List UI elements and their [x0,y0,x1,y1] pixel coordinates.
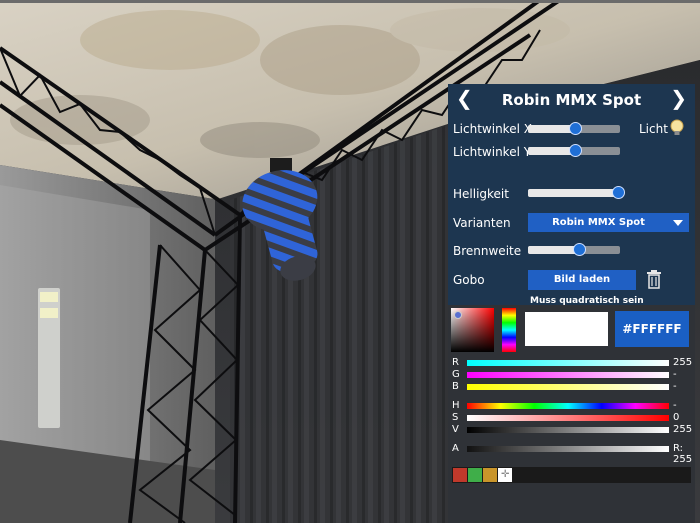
swatch-red[interactable] [453,468,467,482]
channel-label: A [452,443,459,454]
channel-h: H - [452,400,691,411]
tilt-x-label: Lichtwinkel X [453,122,532,136]
color-preview [525,312,608,346]
focal-length-slider[interactable] [528,243,620,256]
channel-a-slider[interactable] [467,446,669,452]
channel-r: R 255 [452,357,693,368]
slider-fill [528,125,575,133]
channel-v-slider[interactable] [467,427,669,433]
hue-strip[interactable] [502,308,516,352]
light-bulb-icon[interactable] [670,119,684,137]
slider-knob[interactable] [568,144,582,157]
channel-value: - [673,400,677,411]
plus-icon: ✛ [501,469,510,480]
channel-value: 255 [673,357,693,368]
tilt-y-label: Lichtwinkel Y [453,145,532,159]
channel-value: 255 [673,424,693,435]
light-settings-panel: ❮ Robin MMX Spot ❯ Lichtwinkel X Licht L… [448,84,695,523]
variant-value: Robin MMX Spot [552,217,645,228]
slider-fill [528,189,619,197]
slider-fill [528,147,575,155]
tilt-y-slider[interactable] [528,144,620,157]
channel-h-slider[interactable] [467,403,669,409]
channel-a-value-row: 255 [452,454,693,465]
gobo-label: Gobo [453,273,485,287]
next-light-button[interactable]: ❯ [670,88,687,108]
swatch-row: ✛ [452,467,691,483]
load-image-button[interactable]: Bild laden [528,270,636,290]
channel-s: S 0 [452,412,691,423]
focal-length-label: Brennweite [453,244,522,258]
channel-s-slider[interactable] [467,415,669,421]
channel-a: A R: [452,443,691,454]
channel-b: B - [452,381,691,392]
swatch-green[interactable] [468,468,482,482]
swatch-add-button[interactable]: ✛ [498,468,512,482]
variants-label: Varianten [453,216,511,230]
channel-label: H [452,400,460,411]
channel-value: R: [673,443,684,454]
channel-label: S [452,412,459,423]
saturation-value-area[interactable] [451,308,494,352]
slider-knob[interactable] [572,243,586,256]
channel-label: V [452,424,459,435]
channel-b-slider[interactable] [467,384,669,390]
variant-dropdown[interactable]: Robin MMX Spot [528,213,689,232]
chevron-down-icon [673,220,683,226]
slider-knob[interactable] [568,122,582,135]
channel-value: 0 [673,412,680,423]
channel-r-slider[interactable] [467,360,669,366]
channel-label: B [452,381,459,392]
channel-value: 255 [673,454,693,465]
brightness-slider[interactable] [528,186,626,199]
channel-label: R [452,357,459,368]
channel-value: - [673,381,677,392]
channel-v: V 255 [452,424,693,435]
swatch-orange[interactable] [483,468,497,482]
slider-knob[interactable] [612,186,626,199]
color-cursor[interactable] [454,311,462,319]
brightness-label: Helligkeit [453,187,509,201]
channel-g: G - [452,369,691,380]
panel-header: ❮ Robin MMX Spot ❯ [448,84,695,116]
color-picker: #FFFFFF R 255 G - B - H - S 0 V 255 A R:… [448,305,695,523]
channel-label: G [452,369,460,380]
hex-value-field[interactable]: #FFFFFF [615,311,689,347]
tilt-x-slider[interactable] [528,122,620,135]
channel-value: - [673,369,677,380]
slider-fill [528,246,579,254]
channel-g-slider[interactable] [467,372,669,378]
light-toggle-label: Licht [639,122,668,136]
trash-icon[interactable] [646,269,662,289]
panel-title: Robin MMX Spot [501,91,642,109]
